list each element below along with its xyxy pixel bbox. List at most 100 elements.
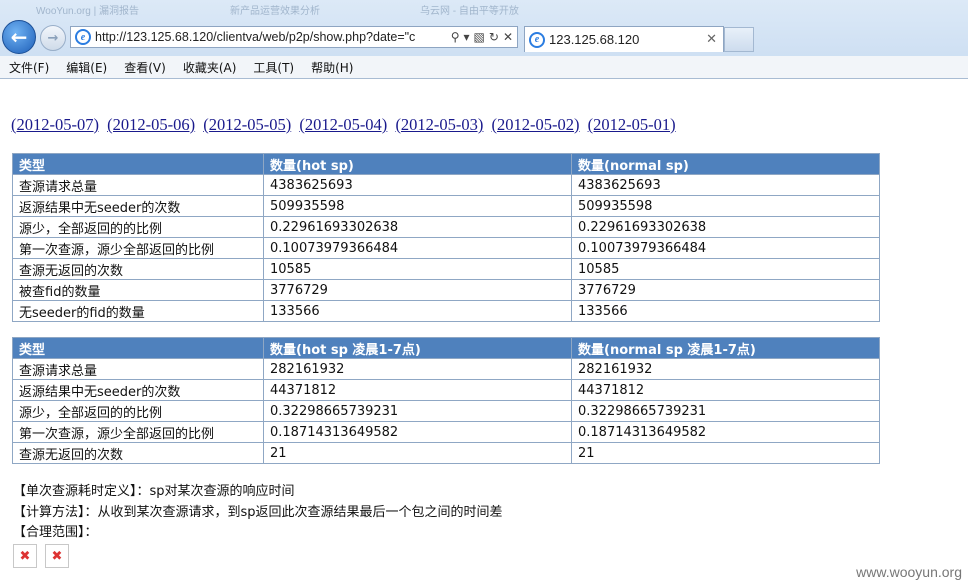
table-cell: 查源无返回的次数 [12,258,264,280]
table-row: 查源请求总量 4383625693 4383625693 [12,174,880,196]
table-cell: 133566 [263,300,572,322]
table-cell: 3776729 [571,279,880,301]
stats-table-early-morning: 类型 数量(hot sp 凌晨1-7点) 数量(normal sp 凌晨1-7点… [12,337,880,464]
column-header: 数量(normal sp) [571,153,880,175]
menu-view[interactable]: 查看(V) [115,59,174,76]
menu-help[interactable]: 帮助(H) [302,59,361,76]
table-cell: 44371812 [263,379,572,401]
table-row: 查源无返回的次数 10585 10585 [12,258,880,280]
address-url[interactable]: http://123.125.68.120/clientva/web/p2p/s… [95,30,451,44]
back-button[interactable]: ← [2,20,36,54]
active-tab[interactable]: e 123.125.68.120 ✕ [524,26,724,52]
ie-page-icon: e [75,29,91,45]
stop-icon[interactable]: ✕ [503,30,513,44]
notes: 【单次查源耗时定义】：sp对某次查源的响应时间 【计算方法】：从收到某次查源请求… [13,482,503,544]
ghost-tab[interactable]: 新产品运营效果分析 [230,2,320,17]
table-cell: 4383625693 [571,174,880,196]
table-cell: 0.32298665739231 [263,400,572,422]
table-cell: 509935598 [571,195,880,217]
note-range: 【合理范围】： [13,525,98,540]
menu-file[interactable]: 文件(F) [0,59,57,76]
column-header: 数量(hot sp) [263,153,572,175]
column-header: 数量(hot sp 凌晨1-7点) [263,337,572,359]
table-row: 源少，全部返回的的比例 0.22961693302638 0.22961693302… [12,216,880,238]
menu-edit[interactable]: 编辑(E) [57,59,115,76]
table-cell: 无seeder的fid的数量 [12,300,264,322]
broken-image-icon: ✖ [13,544,37,568]
menu-bar: 文件(F) 编辑(E) 查看(V) 收藏夹(A) 工具(T) 帮助(H) [0,56,968,78]
column-header: 数量(normal sp 凌晨1-7点) [571,337,880,359]
table-cell: 44371812 [571,379,880,401]
page-content: (2012-05-07) (2012-05-06) (2012-05-05) (… [0,79,968,584]
watermark: www.wooyun.org [856,564,962,580]
table-cell: 282161932 [571,358,880,380]
table-cell: 282161932 [263,358,572,380]
date-link[interactable]: (2012-05-06) [107,115,195,134]
table-row: 被查fid的数量 3776729 3776729 [12,279,880,301]
table-cell: 第一次查源，源少全部返回的比例 [12,237,264,259]
table-cell: 3776729 [263,279,572,301]
table-cell: 133566 [571,300,880,322]
table-row: 第一次查源，源少全部返回的比例 0.10073979366484 0.1007397… [12,237,880,259]
table-cell: 0.10073979366484 [571,237,880,259]
date-links: (2012-05-07) (2012-05-06) (2012-05-05) (… [11,115,680,135]
table-cell: 0.10073979366484 [263,237,572,259]
table-cell: 返源结果中无seeder的次数 [12,195,264,217]
ghost-tab[interactable]: 乌云网 - 自由平等开放 [420,2,519,17]
table-cell: 源少，全部返回的的比例 [12,216,264,238]
table-row: 第一次查源，源少全部返回的比例 0.18714313649582 0.1871431… [12,421,880,443]
table-cell: 4383625693 [263,174,572,196]
table-cell: 0.32298665739231 [571,400,880,422]
table-cell: 0.22961693302638 [263,216,572,238]
ghost-tab[interactable]: WooYun.org | 漏洞报告 [36,2,139,17]
background-tabs: WooYun.org | 漏洞报告 新产品运营效果分析 乌云网 - 自由平等开放 [0,0,968,18]
browser-chrome: WooYun.org | 漏洞报告 新产品运营效果分析 乌云网 - 自由平等开放… [0,0,968,79]
search-icon[interactable]: ⚲ [451,30,460,44]
refresh-icon[interactable]: ↻ [489,30,499,44]
table-cell: 查源请求总量 [12,358,264,380]
broken-image-icon: ✖ [45,544,69,568]
date-link[interactable]: (2012-05-07) [11,115,99,134]
address-bar[interactable]: e http://123.125.68.120/clientva/web/p2p… [70,26,518,48]
tab-title: 123.125.68.120 [549,32,640,47]
forward-button[interactable]: → [40,25,66,51]
table-cell: 0.18714313649582 [571,421,880,443]
note-definition: 【单次查源耗时定义】：sp对某次查源的响应时间 [13,484,295,499]
table-cell: 0.22961693302638 [571,216,880,238]
stats-table-all-day: 类型 数量(hot sp) 数量(normal sp) 查源请求总量 438362… [12,153,880,322]
column-header: 类型 [12,337,264,359]
arrow-right-icon: → [47,30,59,46]
close-icon[interactable]: ✕ [700,32,723,47]
table-cell: 21 [263,442,572,464]
menu-favorites[interactable]: 收藏夹(A) [174,59,245,76]
column-header: 类型 [12,153,264,175]
table-cell: 10585 [263,258,572,280]
table-cell: 被查fid的数量 [12,279,264,301]
table-cell: 源少，全部返回的的比例 [12,400,264,422]
table-row: 无seeder的fid的数量 133566 133566 [12,300,880,322]
table-row: 返源结果中无seeder的次数 509935598 509935598 [12,195,880,217]
table-cell: 10585 [571,258,880,280]
date-link[interactable]: (2012-05-01) [588,115,676,134]
table-row: 源少，全部返回的的比例 0.32298665739231 0.32298665739… [12,400,880,422]
chevron-down-icon[interactable]: ▾ [464,30,470,44]
date-link[interactable]: (2012-05-04) [299,115,387,134]
date-link[interactable]: (2012-05-02) [492,115,580,134]
table-row: 返源结果中无seeder的次数 44371812 44371812 [12,379,880,401]
table-cell: 返源结果中无seeder的次数 [12,379,264,401]
table-cell: 509935598 [263,195,572,217]
note-method: 【计算方法】：从收到某次查源请求，到sp返回此次查源结果最后一个包之间的时间差 [13,504,503,520]
table-cell: 查源无返回的次数 [12,442,264,464]
table-row: 查源请求总量 282161932 282161932 [12,358,880,380]
table-cell: 0.18714313649582 [263,421,572,443]
ie-tab-icon: e [529,31,545,48]
new-tab-button[interactable] [724,27,754,52]
compatibility-view-icon[interactable]: ▧ [474,30,485,44]
menu-tools[interactable]: 工具(T) [244,59,302,76]
table-row: 查源无返回的次数 21 21 [12,442,880,464]
table-cell: 21 [571,442,880,464]
date-link[interactable]: (2012-05-05) [203,115,291,134]
arrow-left-icon: ← [10,25,28,49]
date-link[interactable]: (2012-05-03) [395,115,483,134]
table-cell: 查源请求总量 [12,174,264,196]
